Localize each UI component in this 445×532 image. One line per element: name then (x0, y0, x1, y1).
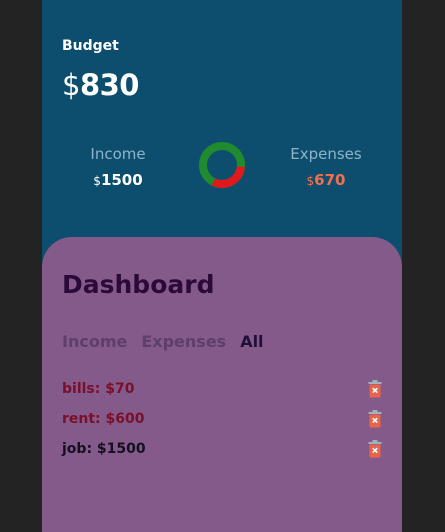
dashboard-panel: Dashboard Income Expenses All bills: $70… (42, 237, 402, 532)
tab-expenses[interactable]: Expenses (141, 332, 226, 351)
trash-icon[interactable] (368, 380, 382, 398)
tab-all[interactable]: All (240, 332, 263, 351)
list-item-text: rent: $600 (62, 411, 145, 427)
transaction-list: bills: $70 rent: $600 job: $1500 (62, 374, 382, 464)
list-item: job: $1500 (62, 434, 382, 464)
list-item-text: bills: $70 (62, 381, 135, 397)
expenses-amount: $670 (266, 171, 386, 189)
income-currency: $ (93, 174, 101, 188)
budget-currency: $ (62, 68, 80, 102)
budget-amount: $830 (62, 68, 140, 102)
income-label: Income (90, 145, 146, 163)
budget-app: Budget $830 Income $1500 Expenses $670 D… (42, 0, 402, 532)
list-item: bills: $70 (62, 374, 382, 404)
list-item-text: job: $1500 (62, 441, 146, 457)
list-item: rent: $600 (62, 404, 382, 434)
income-expense-donut-chart (199, 142, 245, 188)
budget-label: Budget (62, 38, 119, 54)
trash-icon[interactable] (368, 440, 382, 458)
dashboard-title: Dashboard (62, 270, 215, 299)
income-value: 1500 (100, 171, 143, 189)
tab-income[interactable]: Income (62, 332, 127, 351)
income-summary: Income $1500 (58, 145, 178, 189)
trash-icon[interactable] (368, 410, 382, 428)
expenses-summary: Expenses $670 (266, 145, 386, 189)
filter-tabs: Income Expenses All (62, 332, 264, 351)
expenses-currency: $ (306, 174, 315, 188)
expenses-value: 670 (314, 171, 346, 189)
income-amount: $1500 (58, 171, 178, 189)
expenses-label: Expenses (290, 145, 362, 163)
budget-value: 830 (79, 68, 140, 102)
